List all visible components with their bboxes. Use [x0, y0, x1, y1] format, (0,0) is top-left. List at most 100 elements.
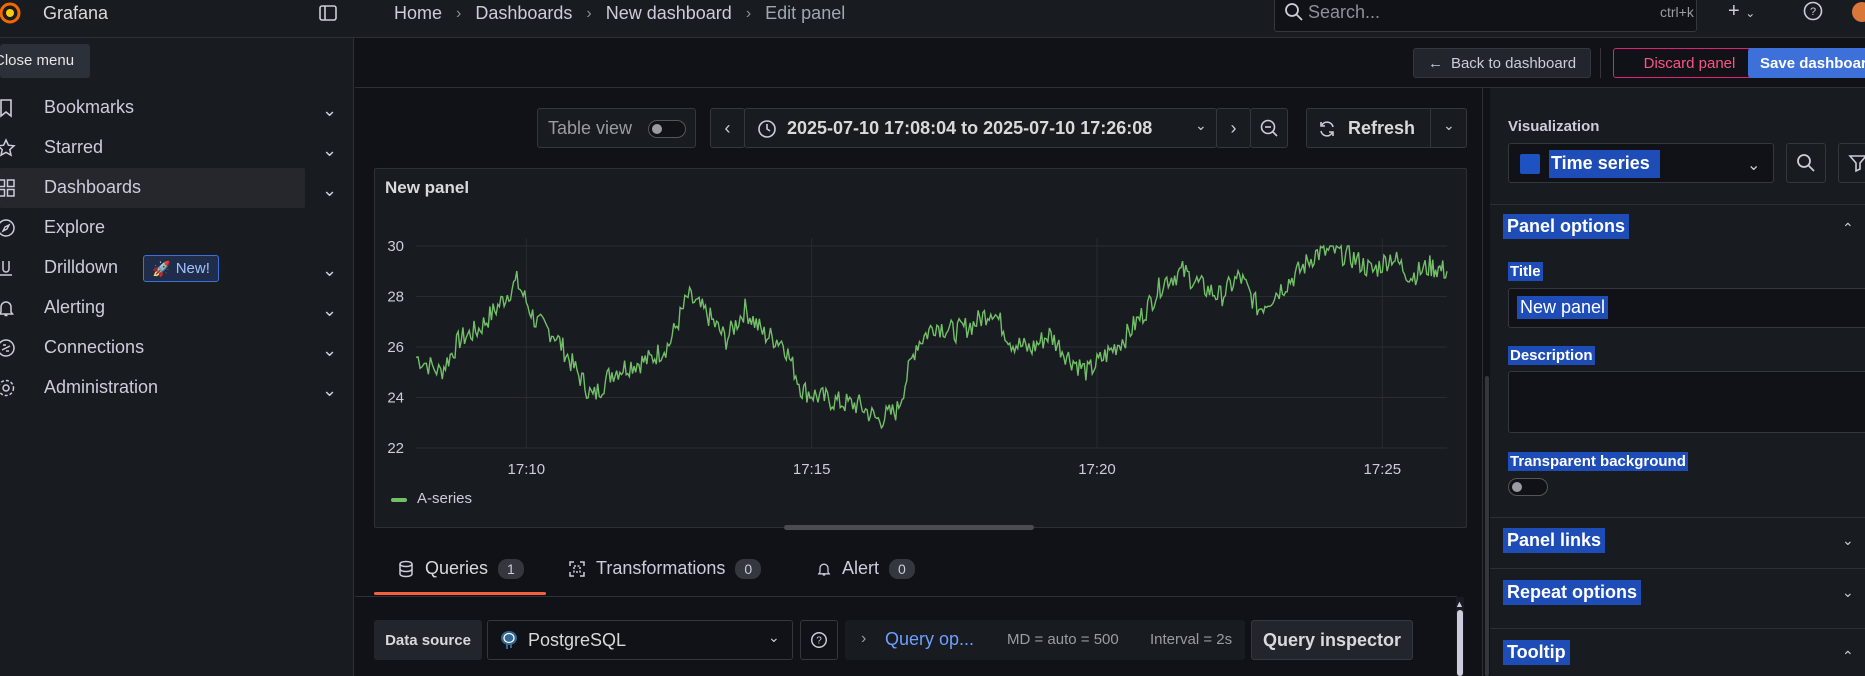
tab-queries[interactable]: Queries 1	[397, 558, 524, 579]
apps-icon	[0, 178, 16, 198]
time-range-text: 2025-07-10 17:08:04 to 2025-07-10 17:26:…	[787, 118, 1153, 138]
sidebar-item-label: Connections	[44, 337, 145, 357]
divider	[1430, 109, 1431, 147]
compass-icon	[0, 218, 16, 238]
sidebar-item-drilldown[interactable]: Drilldown 🚀 New! ⌄	[0, 248, 337, 288]
sidebar-item-alerting[interactable]: Alerting ⌄	[0, 288, 337, 328]
grafana-logo-icon[interactable]	[0, 0, 26, 26]
chevron-down-icon[interactable]: ⌄	[322, 340, 337, 361]
breadcrumb-separator-icon: ›	[586, 4, 592, 22]
refresh-button[interactable]: Refresh ⌄	[1306, 108, 1467, 148]
clock-icon	[757, 119, 777, 139]
sidebar-item-label: Explore	[44, 217, 106, 237]
title-field[interactable]: New panel	[1508, 288, 1865, 328]
scroll-up-icon[interactable]: ▲	[1455, 599, 1464, 609]
series-line	[415, 244, 1448, 430]
sidebar-item-starred[interactable]: Starred ⌄	[0, 128, 337, 168]
transparent-background-switch[interactable]	[1508, 478, 1548, 496]
connections-icon	[0, 338, 16, 358]
description-field[interactable]	[1508, 371, 1865, 433]
divider	[1600, 48, 1601, 78]
chevron-down-icon[interactable]: ⌄	[322, 300, 337, 321]
refresh-interval-chevron-icon[interactable]: ⌄	[1443, 117, 1455, 134]
section-panel-options[interactable]: Panel options	[1503, 214, 1630, 239]
chevron-right-icon: ›	[861, 630, 867, 647]
data-source-select[interactable]: PostgreSQL ⌄	[487, 620, 793, 660]
postgresql-icon	[498, 629, 520, 651]
transparent-background-label: Transparent background	[1508, 452, 1688, 471]
tab-transformations[interactable]: Transformations 0	[568, 558, 762, 579]
time-range-back-button[interactable]: ‹	[710, 108, 745, 148]
table-view-toggle[interactable]: Table view	[537, 108, 696, 148]
avatar[interactable]	[1852, 2, 1865, 22]
y-tick-label: 22	[387, 440, 404, 457]
app-title[interactable]: Grafana	[43, 3, 108, 24]
chevron-up-icon[interactable]: ⌃	[1842, 648, 1854, 665]
sync-icon	[1317, 119, 1337, 139]
back-to-dashboard-button[interactable]: ← Back to dashboard	[1413, 48, 1591, 78]
gear-icon	[0, 378, 16, 398]
sidebar-item-connections[interactable]: Connections ⌄	[0, 328, 337, 368]
time-series-chart[interactable]: 22 24 26 28 30 17:10 17:15 17:20 17:25	[374, 220, 1467, 480]
sidebar-item-bookmarks[interactable]: Bookmarks ⌄	[0, 88, 337, 128]
breadcrumb-separator-icon: ›	[745, 4, 752, 22]
search-icon	[1796, 153, 1816, 173]
chevron-down-icon[interactable]: ⌄	[1842, 532, 1854, 549]
splitter-handle[interactable]	[1485, 376, 1489, 676]
data-source-help-button[interactable]: ?	[800, 620, 838, 660]
sidebar-item-dashboards[interactable]: Dashboards ⌄	[0, 168, 337, 208]
sidebar-item-label: Drilldown	[44, 257, 119, 277]
discard-panel-button[interactable]: Discard panel	[1613, 48, 1766, 78]
rocket-icon: 🚀	[152, 260, 171, 278]
query-inspector-button[interactable]: Query inspector	[1251, 620, 1413, 660]
section-panel-links[interactable]: Panel links	[1503, 528, 1606, 553]
table-view-switch[interactable]	[648, 120, 686, 138]
breadcrumb-dashboards[interactable]: Dashboards	[475, 3, 572, 24]
time-range-picker[interactable]: 2025-07-10 17:08:04 to 2025-07-10 17:26:…	[744, 108, 1217, 148]
breadcrumb-new-dashboard[interactable]: New dashboard	[606, 3, 732, 24]
help-icon[interactable]: ?	[1802, 0, 1824, 22]
filter-icon	[1848, 153, 1865, 173]
zoom-out-button[interactable]	[1250, 108, 1288, 148]
query-options-link[interactable]: Query op...	[885, 629, 974, 650]
section-repeat-options[interactable]: Repeat options	[1503, 580, 1642, 605]
chevron-down-icon[interactable]: ⌄	[322, 100, 337, 121]
dock-menu-icon[interactable]	[318, 3, 338, 23]
breadcrumb-home[interactable]: Home	[394, 3, 442, 24]
query-options[interactable]: › Query op... MD = auto = 500 Interval =…	[845, 620, 1245, 660]
sidebar-item-label: Alerting	[44, 297, 106, 317]
transform-icon	[568, 560, 586, 578]
save-dashboard-button[interactable]: Save dashboard	[1748, 48, 1865, 78]
search-input[interactable]: Search...	[1308, 2, 1380, 23]
chevron-up-icon[interactable]: ⌃	[1842, 220, 1854, 237]
tab-alert-label: Alert	[842, 558, 880, 578]
new-badge: 🚀 New!	[143, 255, 219, 282]
breadcrumb-separator-icon: ›	[456, 4, 462, 22]
active-tab-indicator	[374, 592, 546, 595]
tab-count: 0	[889, 558, 915, 579]
title-field-label: Title	[1508, 262, 1543, 281]
time-range-forward-button[interactable]: ›	[1216, 108, 1251, 148]
sidebar-item-explore[interactable]: Explore	[0, 208, 305, 248]
horizontal-scrollbar[interactable]	[784, 525, 1034, 530]
description-field-label: Description	[1508, 346, 1595, 365]
refresh-label: Refresh	[1348, 118, 1416, 138]
chevron-down-icon[interactable]: ⌄	[322, 140, 337, 161]
scrollbar-thumb[interactable]	[1457, 610, 1463, 676]
options-filter-button[interactable]	[1838, 143, 1865, 183]
legend-item[interactable]: A-series	[417, 490, 472, 507]
pane-splitter[interactable]	[1482, 88, 1483, 676]
tab-alert[interactable]: Alert 0	[816, 558, 915, 579]
chevron-down-icon[interactable]: ⌄	[322, 260, 337, 281]
legend-series-swatch	[391, 498, 407, 502]
chevron-down-icon[interactable]: ⌄	[322, 180, 337, 201]
visualization-picker[interactable]: Time series ⌄	[1508, 143, 1774, 183]
y-tick-label: 26	[387, 339, 404, 356]
chevron-right-icon: ›	[1230, 117, 1237, 138]
section-tooltip[interactable]: Tooltip	[1503, 640, 1570, 665]
chevron-down-icon[interactable]: ⌄	[322, 380, 337, 401]
sidebar-item-administration[interactable]: Administration ⌄	[0, 368, 337, 408]
options-search-button[interactable]	[1786, 143, 1826, 183]
chevron-down-icon[interactable]: ⌄	[1842, 584, 1854, 601]
new-menu-button[interactable]: + ⌄	[1728, 0, 1755, 23]
